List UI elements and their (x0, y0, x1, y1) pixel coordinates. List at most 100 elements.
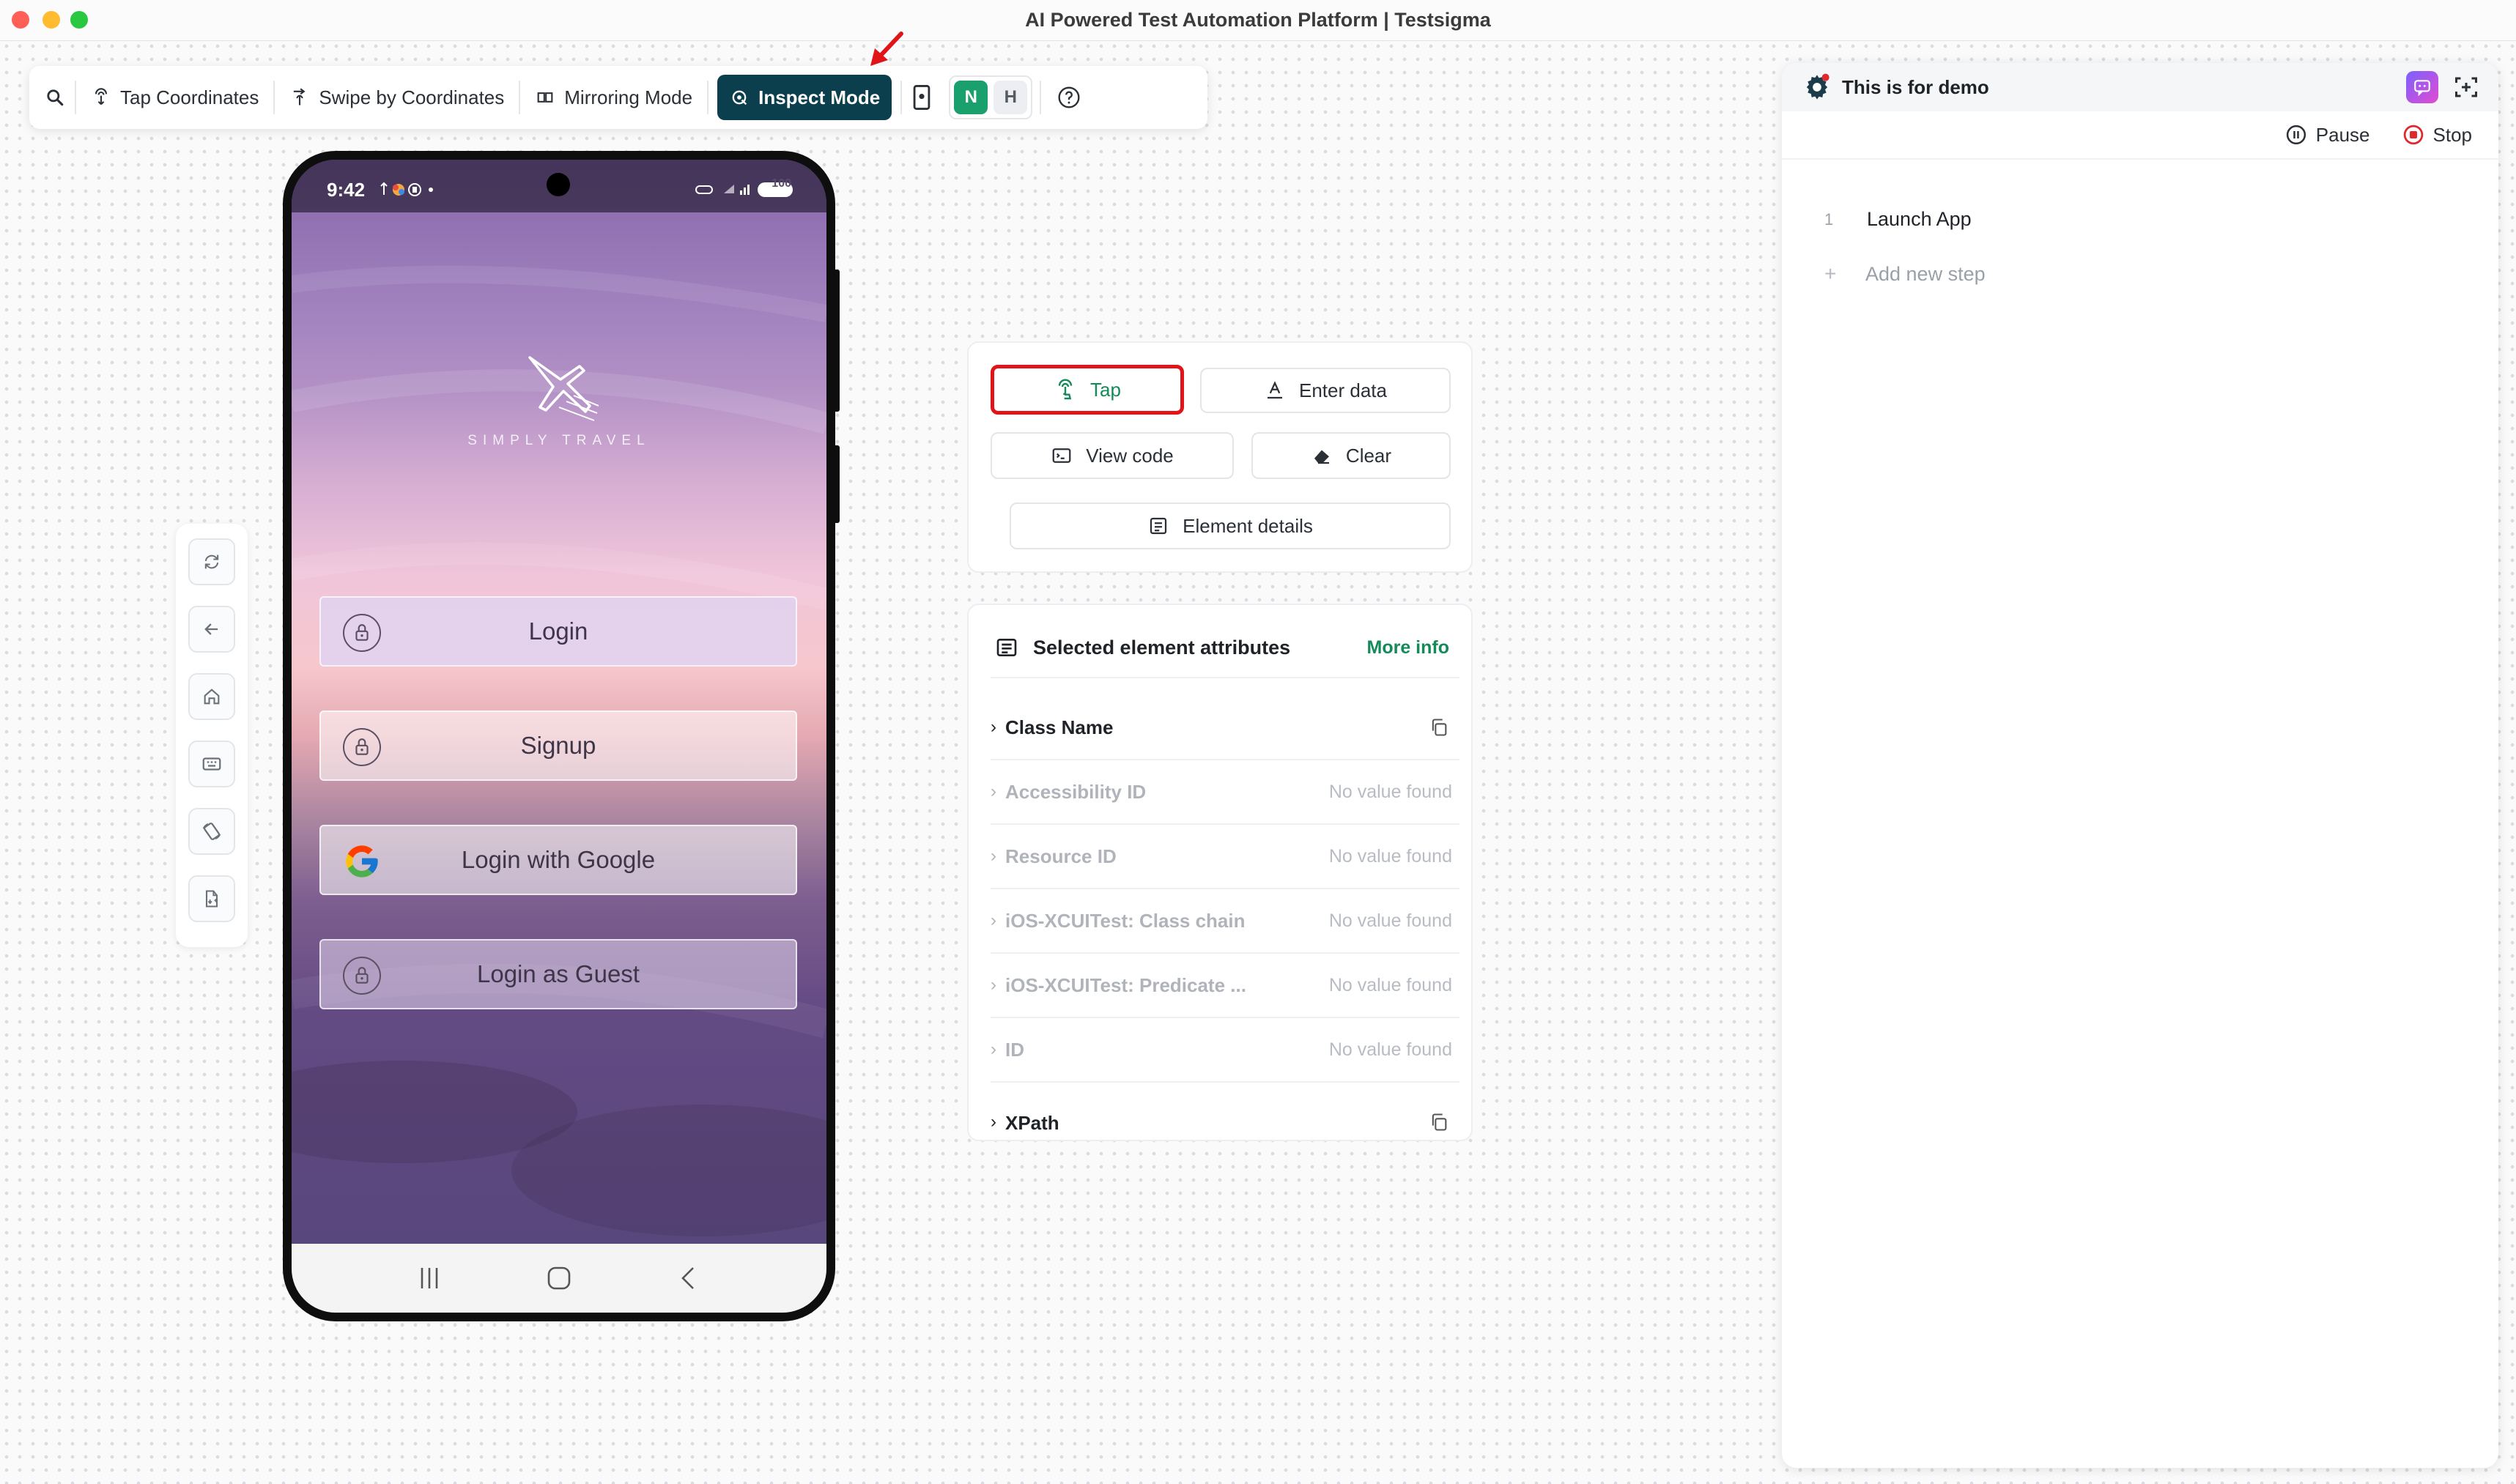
divider (991, 677, 1459, 678)
install-app-button[interactable] (188, 875, 235, 922)
attr-row[interactable]: › iOS-XCUITest: Class chain No value fou… (991, 889, 1459, 954)
app-window: AI Powered Test Automation Platform | Te… (0, 0, 2516, 1484)
attr-row-xpath[interactable]: › XPath (991, 1083, 1459, 1140)
chevron-right-icon: › (991, 846, 996, 866)
ai-assistant-button[interactable] (2406, 71, 2438, 103)
inspect-icon (732, 90, 747, 105)
app-login-button[interactable]: Login (319, 596, 797, 667)
element-details-button[interactable]: Element details (1010, 502, 1451, 549)
element-actions-card: Tap Enter data View code Clear Element d… (967, 341, 1473, 573)
app-login-label: Login (528, 617, 588, 645)
enter-data-button[interactable]: Enter data (1200, 368, 1451, 413)
tap-icon (95, 88, 108, 105)
back-button[interactable] (188, 606, 235, 653)
app-google-login-label: Login with Google (461, 846, 656, 873)
attr-row[interactable]: › ID No value found (991, 1018, 1459, 1083)
attr-row-class-name[interactable]: › Class Name (991, 696, 1459, 760)
gear-icon (1806, 73, 1829, 100)
test-step-row[interactable]: 1 Launch App (1824, 208, 1972, 231)
tap-coordinates-button[interactable]: Tap Coordinates (76, 75, 273, 120)
more-info-link[interactable]: More info (1367, 637, 1450, 658)
swipe-icon (294, 88, 306, 105)
keyboard-icon (202, 757, 221, 771)
app-guest-login-button[interactable]: Login as Guest (319, 939, 797, 1009)
stop-icon (2403, 125, 2423, 145)
mode-toggle[interactable]: N H (949, 75, 1033, 119)
chevron-right-icon: › (991, 782, 996, 801)
rotate-button[interactable] (188, 808, 235, 855)
arrow-left-icon (204, 623, 218, 635)
device-screen[interactable]: 9:42 100 SIMPLY TRAVEL Login Signup Logi… (292, 160, 826, 1313)
home-icon (204, 689, 220, 705)
app-logo: SIMPLY TRAVEL (292, 350, 826, 449)
phone-side-button (832, 445, 840, 523)
attr-value: No value found (1328, 910, 1452, 931)
refresh-button[interactable] (188, 538, 235, 585)
swipe-by-coordinates-button[interactable]: Swipe by Coordinates (275, 75, 519, 120)
help-button[interactable] (1041, 75, 1097, 120)
copy-icon[interactable] (1429, 717, 1449, 738)
view-code-button[interactable]: View code (991, 432, 1234, 479)
tap-icon (1058, 379, 1073, 400)
keyboard-button[interactable] (188, 741, 235, 787)
text-input-icon (1268, 381, 1282, 399)
home-nav-icon[interactable] (546, 1265, 572, 1291)
stop-button[interactable]: Stop (2402, 123, 2473, 146)
app-google-login-button[interactable]: Login with Google (319, 825, 797, 895)
camera-punch-hole (547, 173, 570, 196)
element-details-label: Element details (1183, 514, 1313, 537)
recents-icon[interactable] (416, 1265, 443, 1291)
pause-button[interactable]: Pause (2285, 124, 2370, 146)
maximize-window-button[interactable] (70, 11, 88, 29)
chevron-right-icon: › (991, 1112, 996, 1132)
app-signup-button[interactable]: Signup (319, 711, 797, 781)
toolbar-divider (707, 81, 709, 114)
recorder-controls: Pause Stop (1782, 111, 2498, 160)
swipe-by-coordinates-label: Swipe by Coordinates (319, 86, 505, 108)
inspect-mode-label: Inspect Mode (758, 86, 881, 108)
code-icon (1052, 448, 1071, 463)
device-controls-rail (176, 524, 248, 947)
chevron-right-icon: › (991, 717, 996, 737)
search-button[interactable] (45, 75, 75, 120)
phone-icon (913, 85, 930, 110)
mode-n-button[interactable]: N (954, 81, 988, 114)
close-window-button[interactable] (12, 11, 29, 29)
search-icon (47, 89, 64, 106)
mode-h-button[interactable]: H (994, 81, 1028, 114)
tap-action-button[interactable]: Tap (991, 365, 1184, 415)
mirroring-mode-button[interactable]: Mirroring Mode (520, 75, 707, 120)
rotate-icon (202, 823, 221, 840)
attr-name: Resource ID (1005, 845, 1117, 867)
eraser-icon (1314, 450, 1329, 464)
attr-row[interactable]: › Resource ID No value found (991, 825, 1459, 889)
minimize-window-button[interactable] (42, 11, 60, 29)
attr-row[interactable]: › iOS-XCUITest: Predicate ... No value f… (991, 954, 1459, 1018)
chat-icon (2414, 80, 2430, 97)
recorder-title: This is for demo (1842, 75, 1989, 98)
device-toolbar: Tap Coordinates Swipe by Coordinates Mir… (29, 66, 1207, 129)
phone-side-button (832, 270, 840, 412)
step-number: 1 (1824, 209, 1834, 229)
pause-label: Pause (2315, 123, 2370, 146)
device-frame: 9:42 100 SIMPLY TRAVEL Login Signup Logi… (283, 151, 840, 1321)
element-attributes-card: Selected element attributes More info › … (967, 604, 1473, 1141)
step-label: Launch App (1867, 208, 1972, 230)
stop-label: Stop (2432, 123, 2473, 146)
home-button[interactable] (188, 673, 235, 720)
chevron-right-icon: › (991, 975, 996, 995)
back-nav-icon[interactable] (676, 1265, 702, 1291)
chevron-right-icon: › (991, 1039, 996, 1059)
copy-icon[interactable] (1429, 1112, 1449, 1132)
inspect-mode-button[interactable]: Inspect Mode (717, 75, 892, 120)
scan-icon[interactable] (2453, 74, 2479, 100)
clear-button[interactable]: Clear (1251, 432, 1451, 479)
red-arrow-annotation (870, 31, 903, 66)
airplane-icon (528, 356, 599, 421)
add-new-step-button[interactable]: + Add new step (1824, 262, 1986, 286)
attr-row[interactable]: › Accessibility ID No value found (991, 760, 1459, 825)
app-signup-label: Signup (520, 732, 596, 759)
refresh-icon (204, 554, 219, 569)
help-icon (1058, 86, 1080, 108)
device-orientation-button[interactable] (902, 75, 941, 120)
